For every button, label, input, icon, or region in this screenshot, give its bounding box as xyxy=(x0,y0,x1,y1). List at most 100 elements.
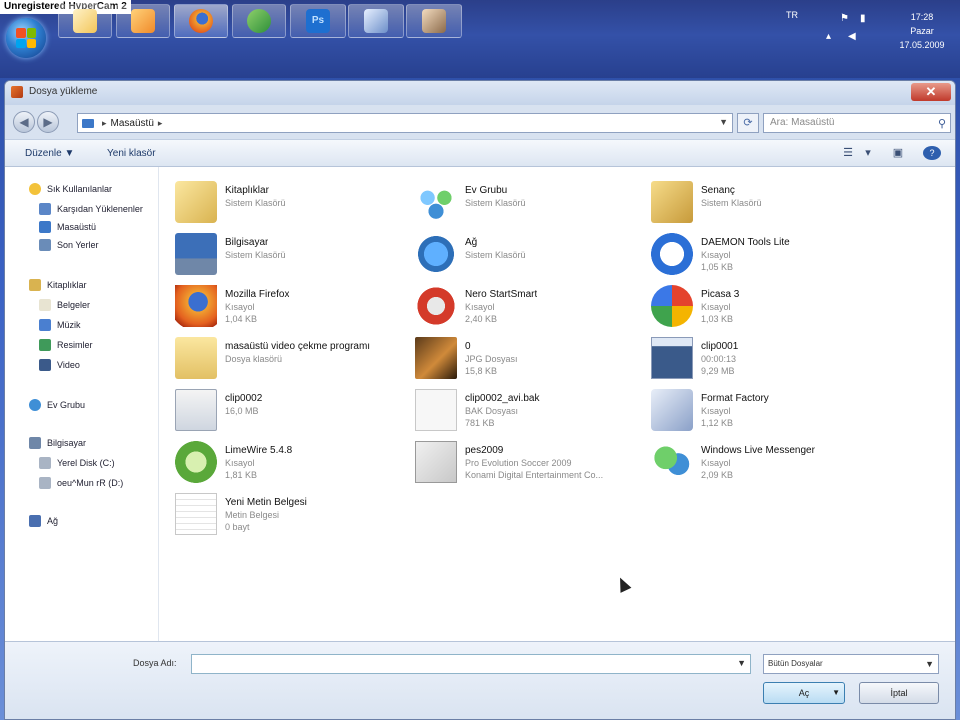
picasa-icon xyxy=(651,285,693,327)
search-input[interactable]: Ara: Masaüstü ⚲ xyxy=(763,113,951,133)
back-button[interactable]: ◀ xyxy=(13,111,35,133)
file-size: 1,04 KB xyxy=(225,314,258,324)
file-item[interactable]: Bilgisayar Sistem Klasörü xyxy=(171,229,403,279)
nav-homegroup[interactable]: Ev Grubu xyxy=(29,397,85,413)
search-placeholder: Ara: Masaüstü xyxy=(770,117,835,128)
file-item[interactable]: Picasa 3 Kısayol 1,03 KB xyxy=(647,281,879,331)
refresh-button[interactable]: ⟳ xyxy=(737,113,759,133)
search-icon[interactable]: ⚲ xyxy=(938,115,946,133)
mail-icon xyxy=(73,9,97,33)
taskbar-button-document[interactable] xyxy=(348,4,404,38)
taskbar-button-media[interactable] xyxy=(116,4,170,38)
volume-icon[interactable]: ◀ xyxy=(848,32,860,42)
forward-button[interactable]: ▶ xyxy=(37,111,59,133)
breadcrumb-location[interactable]: Masaüstü xyxy=(111,118,154,129)
image-icon xyxy=(415,337,457,379)
file-item[interactable]: clip0002 16,0 MB xyxy=(171,385,403,435)
nav-item-downloads[interactable]: Karşıdan Yüklenenler xyxy=(39,201,143,217)
file-type-dropdown-icon[interactable]: ▼ xyxy=(925,655,934,673)
file-size: 1,12 KB xyxy=(701,418,734,428)
file-name: 0 xyxy=(465,341,471,352)
preview-pane-icon[interactable]: ▣ xyxy=(889,146,907,160)
file-name: Nero StartSmart xyxy=(465,289,538,300)
file-item[interactable]: DAEMON Tools Lite Kısayol 1,05 KB xyxy=(647,229,879,279)
file-item[interactable]: Nero StartSmart Kısayol 2,40 KB xyxy=(411,281,643,331)
taskbar-button-user[interactable] xyxy=(406,4,462,38)
file-type: Kısayol xyxy=(701,406,731,416)
nav-libraries[interactable]: Kitaplıklar xyxy=(29,277,87,293)
file-item[interactable]: Mozilla Firefox Kısayol 1,04 KB xyxy=(171,281,403,331)
close-button[interactable]: ✕ xyxy=(911,83,951,101)
file-name: Ev Grubu xyxy=(465,185,508,196)
view-options-icon[interactable]: ☰ xyxy=(839,146,857,160)
start-button[interactable] xyxy=(6,18,46,58)
action-center-icon[interactable]: ⚑ xyxy=(840,14,852,24)
file-item[interactable]: clip0002_avi.bak BAK Dosyası 781 KB xyxy=(411,385,643,435)
filename-input[interactable]: ▼ xyxy=(191,654,751,674)
nav-item-videos[interactable]: Video xyxy=(39,357,80,373)
taskbar-button-photoshop[interactable]: Ps xyxy=(290,4,346,38)
nav-item-recent[interactable]: Son Yerler xyxy=(39,237,99,253)
new-folder-button[interactable]: Yeni klasör xyxy=(107,148,156,159)
file-size: 781 KB xyxy=(465,418,495,428)
file-type-select[interactable]: Bütün Dosyalar ▼ xyxy=(763,654,939,674)
nav-item-desktop[interactable]: Masaüstü xyxy=(39,219,96,235)
filename-dropdown-icon[interactable]: ▼ xyxy=(737,658,746,668)
file-item[interactable]: Senanç Sistem Klasörü xyxy=(647,177,879,227)
cancel-button[interactable]: İptal xyxy=(859,682,939,704)
taskbar-button-messenger[interactable] xyxy=(232,4,286,38)
libraries-icon xyxy=(175,181,217,223)
file-item[interactable]: masaüstü video çekme programı Dosya klasö… xyxy=(171,333,403,383)
file-type: Kısayol xyxy=(701,250,731,260)
help-icon[interactable]: ? xyxy=(923,146,941,160)
nav-label: Video xyxy=(57,360,80,370)
file-name: Picasa 3 xyxy=(701,289,740,300)
file-item[interactable]: Yeni Metin Belgesi Metin Belgesi 0 bayt xyxy=(171,489,403,539)
file-item[interactable]: Ev Grubu Sistem Klasörü xyxy=(411,177,643,227)
file-name: masaüstü video çekme programı xyxy=(225,341,371,352)
language-indicator[interactable]: TR xyxy=(786,10,798,20)
command-toolbar: Düzenle ▼ Yeni klasör ☰ ▾ ▣ ? xyxy=(5,139,955,167)
nav-label: Ağ xyxy=(47,516,59,526)
show-hidden-icons-icon[interactable]: ▴ xyxy=(826,32,838,42)
firefox-icon xyxy=(189,9,213,33)
video-icon xyxy=(651,337,693,379)
nav-computer[interactable]: Bilgisayar xyxy=(29,435,86,451)
file-item[interactable]: Kitaplıklar Sistem Klasörü xyxy=(171,177,403,227)
nav-item-drive-d[interactable]: oeu^Mun rR (D:) xyxy=(39,475,123,491)
file-item[interactable]: LimeWire 5.4.8 Kısayol 1,81 KB xyxy=(171,437,403,487)
network-tray-icon[interactable]: ▮ xyxy=(860,14,872,24)
dialog-body: Sık Kullanılanlar Karşıdan Yüklenenler M… xyxy=(5,167,955,641)
file-item[interactable]: pes2009 Pro Evolution Soccer 2009 Konami D… xyxy=(411,437,643,487)
network-icon xyxy=(415,233,457,275)
nav-item-pictures[interactable]: Resimler xyxy=(39,337,93,353)
nav-favorites[interactable]: Sık Kullanılanlar xyxy=(29,181,112,197)
open-dropdown-icon[interactable]: ▼ xyxy=(832,683,840,703)
nav-label: oeu^Mun rR (D:) xyxy=(57,478,124,488)
file-item[interactable]: clip0001 00:00:13 9,29 MB xyxy=(647,333,879,383)
nav-network[interactable]: Ağ xyxy=(29,513,58,529)
file-item[interactable]: Windows Live Messenger Kısayol 2,09 KB xyxy=(647,437,879,487)
breadcrumb-arrow-icon[interactable]: ▸ xyxy=(102,118,107,129)
clock[interactable]: 17:28 Pazar 17.05.2009 xyxy=(894,10,950,52)
open-button[interactable]: Aç ▼ xyxy=(763,682,845,704)
view-dropdown-icon[interactable]: ▾ xyxy=(859,146,877,160)
file-item[interactable]: Ağ Sistem Klasörü xyxy=(411,229,643,279)
taskbar-button-mail[interactable] xyxy=(58,4,112,38)
nav-label: Belgeler xyxy=(57,300,91,310)
file-item[interactable]: 0 JPG Dosyası 15,8 KB xyxy=(411,333,643,383)
nav-item-documents[interactable]: Belgeler xyxy=(39,297,90,313)
file-type: Kısayol xyxy=(701,302,731,312)
breadcrumb-arrow-icon[interactable]: ▸ xyxy=(158,118,163,129)
file-item[interactable]: Format Factory Kısayol 1,12 KB xyxy=(647,385,879,435)
address-bar[interactable]: ▸ Masaüstü ▸ ▼ xyxy=(77,113,733,133)
libraries-icon xyxy=(29,279,41,291)
file-size: 15,8 KB xyxy=(465,366,498,376)
organize-button[interactable]: Düzenle ▼ xyxy=(25,148,74,159)
file-name: pes2009 xyxy=(465,445,504,456)
address-dropdown-icon[interactable]: ▼ xyxy=(719,117,728,127)
homegroup-icon xyxy=(29,399,41,411)
taskbar-button-firefox[interactable] xyxy=(174,4,228,38)
nav-item-music[interactable]: Müzik xyxy=(39,317,81,333)
nav-item-local-disk[interactable]: Yerel Disk (C:) xyxy=(39,455,115,471)
